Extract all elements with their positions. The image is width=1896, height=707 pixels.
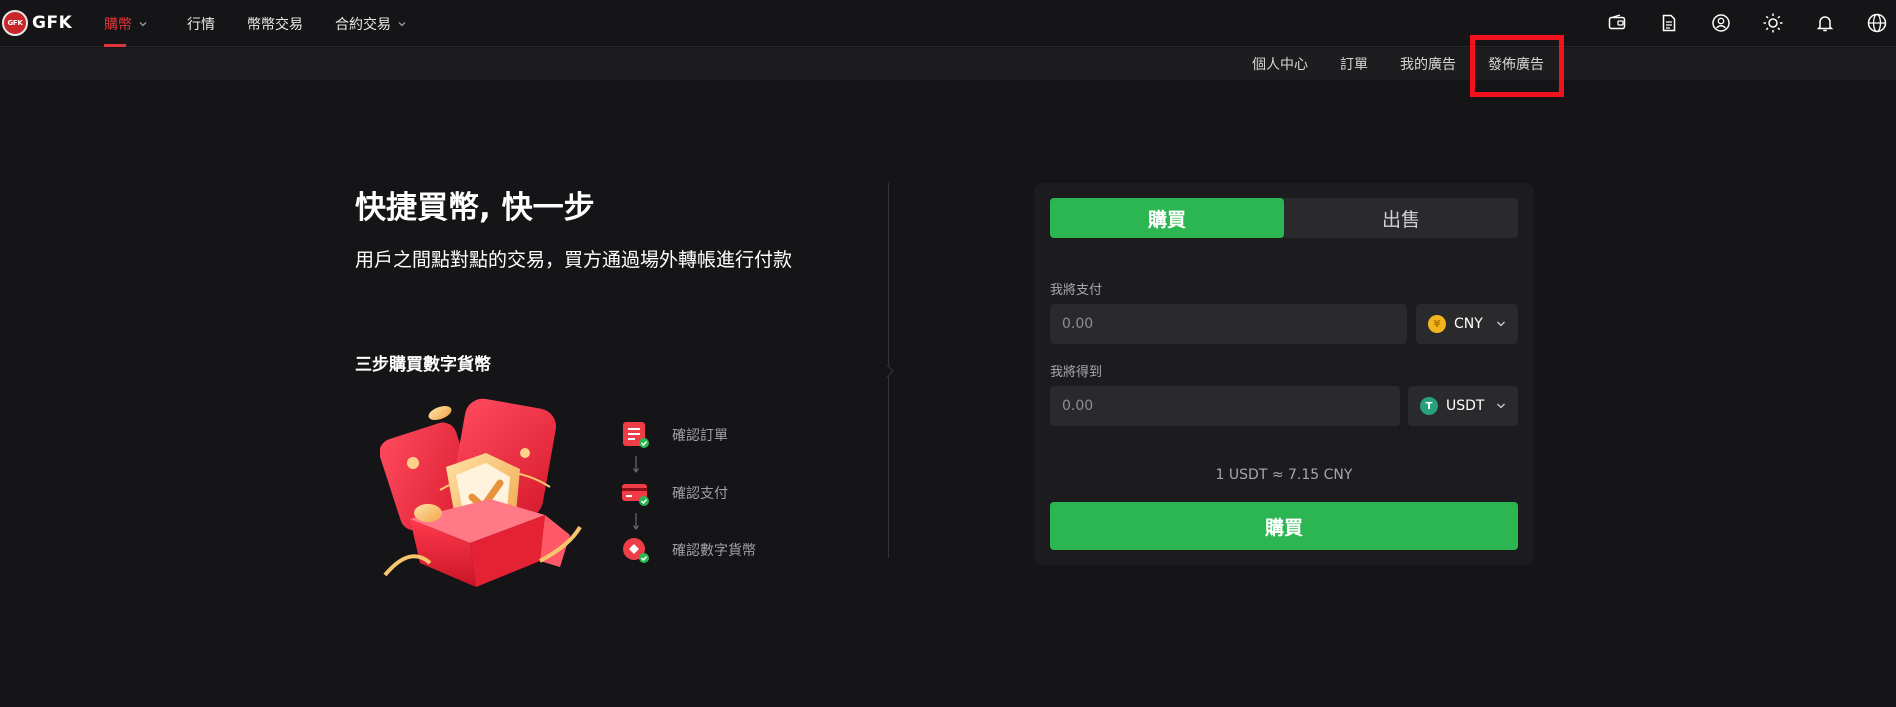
bell-icon[interactable] [1811,9,1839,37]
nav-item-futures[interactable]: 合約交易 [335,0,407,47]
exchange-rate: 1 USDT ≈ 7.15 CNY [1215,467,1353,483]
receive-currency-label: USDT [1446,398,1485,414]
card-icon [622,484,649,506]
page-title: 快捷買幣, 快一步 [355,190,595,226]
header-actions [1603,9,1896,37]
coin-icon [623,538,649,563]
subnav-item-user-center[interactable]: 個人中心 [1252,48,1308,80]
arrow-down-icon [633,456,639,474]
top-nav: GFK GFK 購幣 行情 幣幣交易 合約交易 [0,0,1896,47]
step-label: 確認訂單 [672,428,728,444]
globe-icon[interactable] [1863,9,1891,37]
pay-amount-input[interactable] [1050,304,1407,344]
nav-item-spot[interactable]: 幣幣交易 [247,0,303,47]
pay-label: 我將支付 [1050,283,1103,298]
logo-mark: GFK [2,10,28,36]
nav-item-label: 行情 [187,16,215,33]
sub-nav: 個人中心 訂單 我的廣告 發佈廣告 [0,48,1896,80]
trade-tabs: 購買 出售 [1050,198,1518,238]
chevron-down-icon [398,21,406,26]
logo-text: GFK [32,13,73,33]
pay-currency-label: CNY [1454,316,1483,332]
step-label: 確認數字貨幣 [672,543,756,559]
tab-sell[interactable]: 出售 [1284,198,1518,238]
cny-coin-icon: ¥ [1428,315,1446,333]
chevron-down-icon [1497,403,1505,409]
subnav-item-my-ads[interactable]: 我的廣告 [1400,48,1456,80]
arrow-down-icon [633,513,639,531]
steps-title: 三步購買數字貨幣 [355,355,491,375]
user-icon[interactable] [1707,9,1735,37]
brand-logo[interactable]: GFK GFK [2,9,72,37]
chevron-right-icon [886,364,894,378]
step-item-confirm-payment: 確認支付 [622,479,728,507]
receive-label: 我將得到 [1050,365,1103,380]
document-icon[interactable] [1655,9,1683,37]
pay-currency-select[interactable]: ¥ CNY [1416,304,1518,344]
trade-card: 購買 出售 我將支付 ¥ CNY 我將得到 T USDT 1 USDT ≈ 7.… [1034,183,1534,565]
nav-item-buy-crypto[interactable]: 購幣 [104,0,148,47]
nav-item-label: 購幣 [104,16,132,33]
subnav-item-orders[interactable]: 訂單 [1340,48,1368,80]
page-subtitle: 用戶之間點對點的交易，買方通過場外轉帳進行付款 [355,249,793,271]
nav-item-market[interactable]: 行情 [187,0,215,47]
chevron-down-icon [139,21,147,26]
step-label: 確認支付 [672,486,728,502]
nav-item-label: 合約交易 [335,16,391,33]
chevron-down-icon [1497,321,1505,327]
receive-currency-select[interactable]: T USDT [1408,386,1518,426]
wallet-icon[interactable] [1603,9,1631,37]
usdt-coin-icon: T [1420,397,1438,415]
step-item-confirm-crypto: 確認數字貨幣 [622,536,756,564]
step-item-confirm-order: 確認訂單 [622,421,728,449]
receive-amount-input[interactable] [1050,386,1400,426]
nav-item-label: 幣幣交易 [247,16,303,33]
subnav-item-post-ad[interactable]: 發佈廣告 [1488,48,1544,80]
order-icon [623,422,649,448]
tab-buy[interactable]: 購買 [1050,198,1284,238]
red-envelope-illustration [380,398,582,587]
buy-button[interactable]: 購買 [1050,502,1518,550]
sun-icon[interactable] [1759,9,1787,37]
